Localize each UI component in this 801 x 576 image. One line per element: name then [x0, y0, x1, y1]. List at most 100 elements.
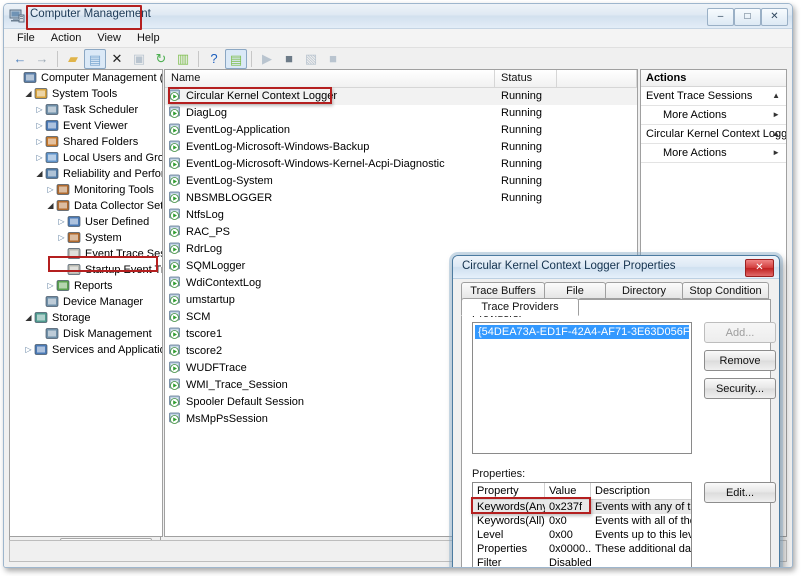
performance-icon	[45, 167, 60, 180]
toolbar-stop-icon[interactable]: ■	[278, 49, 300, 69]
add-provider-button[interactable]: Add...	[704, 322, 776, 343]
list-row[interactable]: NBSMBLOGGER Running	[165, 190, 637, 207]
tree-node-computer-management-local[interactable]: Computer Management (Local	[10, 70, 162, 86]
tree-node-system[interactable]: ▷ System	[10, 230, 162, 246]
expand-toggle-icon[interactable]: ◢	[23, 86, 34, 102]
provider-security-button[interactable]: Security...	[704, 378, 776, 399]
tree-node-user-defined[interactable]: ▷ User Defined	[10, 214, 162, 230]
expand-toggle-icon[interactable]: ▷	[34, 150, 45, 166]
properties-row[interactable]: Keywords(All) 0x0 Events with all of the..…	[473, 514, 691, 528]
toolbar-delete-icon[interactable]: ✕	[106, 49, 128, 69]
close-button[interactable]: ✕	[761, 8, 788, 26]
tree-node-shared-folders[interactable]: ▷ Shared Folders	[10, 134, 162, 150]
toolbar-show-hide-console-tree-icon[interactable]: ▤	[84, 49, 106, 69]
column-header-blank[interactable]	[557, 70, 637, 87]
submenu-chevron-icon[interactable]: ►	[772, 106, 780, 124]
properties-column-description[interactable]: Description	[591, 483, 691, 499]
tree-node-label: Event Trace Sess	[85, 248, 163, 261]
expand-toggle-icon[interactable]: ◢	[23, 310, 34, 326]
tree-node-system-tools[interactable]: ◢ System Tools	[10, 86, 162, 102]
tree-node-reliability-and-performa[interactable]: ◢ Reliability and Performa	[10, 166, 162, 182]
collapse-chevron-icon[interactable]: ▲	[772, 125, 780, 143]
maximize-button[interactable]: □	[734, 8, 761, 26]
expand-toggle-icon[interactable]: ◢	[45, 198, 56, 214]
tree-node-reports[interactable]: ▷ Reports	[10, 278, 162, 294]
menu-item-help[interactable]: Help	[130, 31, 167, 45]
list-row[interactable]: RAC_PS	[165, 224, 637, 241]
providers-listbox[interactable]: {54DEA73A-ED1F-42A4-AF71-3E63D056F174}	[472, 322, 692, 454]
tab-stop-condition[interactable]: Stop Condition	[682, 282, 769, 299]
properties-row[interactable]: Filter Disabled	[473, 556, 691, 567]
expand-toggle-icon[interactable]: ▷	[56, 214, 67, 230]
list-row[interactable]: DiagLog Running	[165, 105, 637, 122]
toolbar-show-action-pane-icon[interactable]: ▤	[225, 49, 247, 69]
tree-node-local-users-and-groups[interactable]: ▷ Local Users and Groups	[10, 150, 162, 166]
toolbar-pause-icon[interactable]: ■	[322, 49, 344, 69]
menu-item-file[interactable]: File	[10, 31, 42, 45]
properties-row[interactable]: Keywords(Any) 0x237f Events with any of th…	[473, 500, 691, 514]
collapse-chevron-icon[interactable]: ▲	[772, 87, 780, 105]
expand-toggle-icon[interactable]: ◢	[34, 166, 45, 182]
tree-node-storage[interactable]: ◢ Storage	[10, 310, 162, 326]
tab-directory[interactable]: Directory	[605, 282, 683, 299]
tree-node-disk-management[interactable]: Disk Management	[10, 326, 162, 342]
toolbar-new-icon[interactable]: ▧	[300, 49, 322, 69]
expand-toggle-icon[interactable]: ▷	[23, 342, 34, 358]
action-group-event-trace-sessions[interactable]: Event Trace Sessions ▲	[641, 87, 786, 106]
expand-toggle-icon[interactable]: ▷	[34, 118, 45, 134]
properties-column-property[interactable]: Property	[473, 483, 545, 499]
list-row[interactable]: EventLog-Microsoft-Windows-Kernel-Acpi-D…	[165, 156, 637, 173]
toolbar-export-list-icon[interactable]: ▥	[172, 49, 194, 69]
expand-toggle-icon[interactable]: ▷	[45, 182, 56, 198]
submenu-chevron-icon[interactable]: ►	[772, 144, 780, 162]
properties-column-value[interactable]: Value	[545, 483, 591, 499]
expand-toggle-icon[interactable]: ▷	[45, 278, 56, 294]
list-row[interactable]: NtfsLog	[165, 207, 637, 224]
properties-row[interactable]: Properties 0x0000... These additional dat.…	[473, 542, 691, 556]
dialog-title: Circular Kernel Context Logger Propertie…	[462, 260, 676, 272]
edit-property-button[interactable]: Edit...	[704, 482, 776, 503]
toolbar-refresh-icon[interactable]: ↻	[150, 49, 172, 69]
tree-node-task-scheduler[interactable]: ▷ Task Scheduler	[10, 102, 162, 118]
action-item-more-actions[interactable]: More Actions ►	[641, 144, 786, 163]
column-header-status[interactable]: Status	[495, 70, 557, 87]
toolbar-back-icon[interactable]: ←	[9, 49, 31, 69]
expand-toggle-icon[interactable]: ▷	[56, 230, 67, 246]
tree-node-startup-event-tr[interactable]: Startup Event Tr	[10, 262, 162, 278]
list-row[interactable]: EventLog-System Running	[165, 173, 637, 190]
tree-node-event-viewer[interactable]: ▷ Event Viewer	[10, 118, 162, 134]
list-row[interactable]: EventLog-Application Running	[165, 122, 637, 139]
console-tree[interactable]: Computer Management (Local◢System Tools▷…	[9, 69, 163, 537]
action-group-circular-kernel-context-logg[interactable]: Circular Kernel Context Logg... ▲	[641, 125, 786, 144]
list-row-status: Running	[501, 158, 542, 170]
list-row[interactable]: Circular Kernel Context Logger Running	[165, 88, 637, 105]
dialog-close-button[interactable]: ✕	[745, 259, 774, 277]
action-item-more-actions[interactable]: More Actions ►	[641, 106, 786, 125]
tree-node-label: Reliability and Performa	[63, 168, 162, 181]
column-header-name[interactable]: Name	[165, 70, 495, 87]
list-row[interactable]: EventLog-Microsoft-Windows-Backup Running	[165, 139, 637, 156]
tree-node-data-collector-sets[interactable]: ◢ Data Collector Sets	[10, 198, 162, 214]
toolbar-start-icon[interactable]: ▶	[256, 49, 278, 69]
toolbar-properties-icon[interactable]: ▣	[128, 49, 150, 69]
tree-node-event-trace-sess[interactable]: Event Trace Sess	[10, 246, 162, 262]
remove-provider-button[interactable]: Remove	[704, 350, 776, 371]
provider-item[interactable]: {54DEA73A-ED1F-42A4-AF71-3E63D056F174}	[475, 325, 691, 339]
toolbar-up-folder-icon[interactable]: ▰	[62, 49, 84, 69]
tree-node-monitoring-tools[interactable]: ▷ Monitoring Tools	[10, 182, 162, 198]
toolbar-forward-icon[interactable]: →	[31, 49, 53, 69]
tab-trace-buffers[interactable]: Trace Buffers	[461, 282, 545, 299]
tree-node-services-and-applications[interactable]: ▷ Services and Applications	[10, 342, 162, 358]
tree-node-device-manager[interactable]: Device Manager	[10, 294, 162, 310]
toolbar-help-icon[interactable]: ?	[203, 49, 225, 69]
expand-toggle-icon[interactable]: ▷	[34, 102, 45, 118]
properties-table[interactable]: Property Value Description Keywords(Any)…	[472, 482, 692, 567]
menu-item-action[interactable]: Action	[44, 31, 89, 45]
menu-item-view[interactable]: View	[90, 31, 128, 45]
expand-toggle-icon[interactable]: ▷	[34, 134, 45, 150]
tab-trace-providers[interactable]: Trace Providers	[461, 298, 579, 316]
minimize-button[interactable]: –	[707, 8, 734, 26]
system-folder-icon	[67, 231, 82, 244]
tab-file[interactable]: File	[544, 282, 606, 299]
properties-row[interactable]: Level 0x00 Events up to this lev...	[473, 528, 691, 542]
